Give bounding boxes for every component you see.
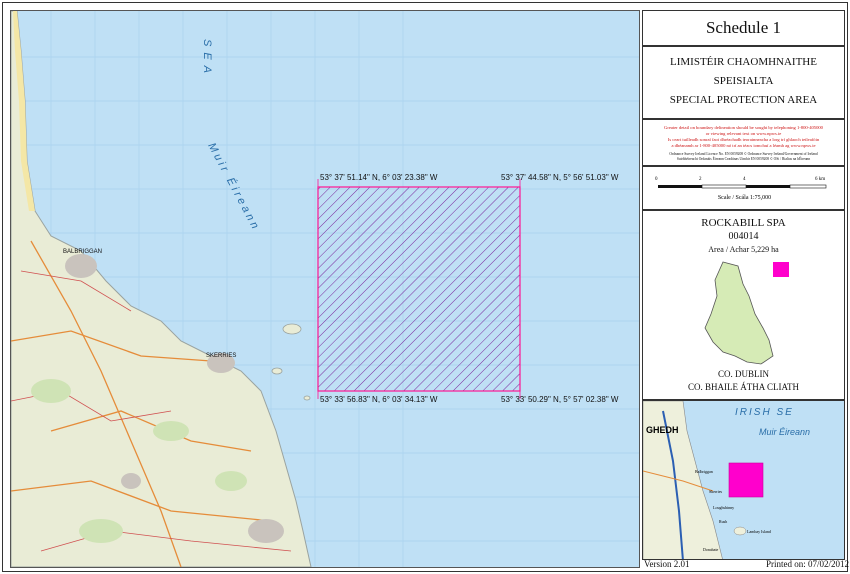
inset-town-loughshinny: Loughshinny [713, 505, 735, 510]
spa-location-marker-icon [773, 262, 789, 277]
site-code: 004014 [728, 231, 759, 242]
scale-tick-3: 6 km [815, 177, 826, 182]
printed-date: Printed on: 07/02/2012 [766, 559, 849, 569]
inset-island-lambay: Lambay Island [747, 529, 771, 534]
town-label-balbriggan: BALBRIGGAN [63, 249, 103, 255]
designation-english: SPECIAL PROTECTION AREA [669, 94, 818, 106]
scale-tick-1: 2 [699, 177, 702, 182]
site-area: Area / Achar 5,229 ha [708, 245, 779, 254]
coastline-land [11, 11, 312, 567]
county-ga: CO. BHAILE ÁTHA CLIATH [688, 382, 799, 392]
corner-coord-sw: 53° 33' 56.83" N, 6° 03' 34.13" W [320, 395, 438, 404]
designation-irish-line2: SPEISIALTA [713, 75, 774, 87]
county-en: CO. DUBLIN [718, 369, 769, 379]
scale-tick-0: 0 [655, 177, 658, 182]
spa-boundary [317, 186, 521, 392]
designation-box: LIMISTÉIR CHAOMHNAITHE SPEISIALTA SPECIA… [642, 46, 845, 119]
corner-coord-ne: 53° 37' 44.58" N, 5° 56' 51.03" W [501, 173, 619, 182]
inset-irish-sea-label: IRISH SE [735, 407, 794, 418]
scale-tick-2: 4 [743, 177, 746, 182]
inset-muir-label: Muir Éireann [759, 427, 811, 437]
version-label: Version 2.01 [644, 559, 690, 569]
designation-irish-line1: LIMISTÉIR CHAOMHNAITHE [670, 56, 817, 68]
notice-box: Greater detail on boundary delineation s… [642, 119, 845, 166]
main-map-graphic [11, 11, 639, 567]
inset-town-rush: Rush [719, 519, 728, 524]
town-label-skerries: SKERRIES [206, 353, 237, 359]
inset-map[interactable]: IRISH SE Muir Éireann GHEDH Balbriggan S… [642, 400, 845, 560]
main-map[interactable]: SEA Muir Éireann BALBRIGGAN SKERRIES 53°… [10, 10, 640, 568]
title-box: Schedule 1 [642, 10, 845, 46]
scale-label: Scale / Scála 1:75,000 [717, 195, 772, 201]
county-dublin-outline-icon [704, 261, 789, 365]
corner-coord-nw: 53° 37' 51.14" N, 6° 03' 23.38" W [320, 173, 438, 182]
inset-town-ghedh: GHEDH [646, 425, 679, 435]
legend-panel: Schedule 1 LIMISTÉIR CHAOMHNAITHE SPEISI… [642, 10, 849, 569]
site-box: ROCKABILL SPA 004014 Area / Achar 5,229 … [642, 210, 845, 400]
schedule-title: Schedule 1 [705, 18, 782, 37]
scale-bar [658, 184, 827, 189]
licence-line2: Suirbhéireacht Ordanáis Éireann Ceadúnas… [676, 157, 811, 161]
corner-coord-se: 53° 33' 50.29" N, 5° 57' 02.38" W [501, 395, 619, 404]
scale-box: 0 2 4 6 km Scale / Scála 1:75,000 [642, 166, 845, 210]
inset-town-balbriggan: Balbriggan [695, 469, 713, 474]
site-name: ROCKABILL SPA [701, 217, 786, 229]
notice-red-line4: a dhéanamh ar 1-800-405000 nó trí an téa… [671, 143, 816, 148]
inset-town-skerries: Skerries [709, 489, 723, 494]
sea-label-vertical: SEA [201, 39, 213, 80]
inset-town-donabate: Donabate [703, 547, 719, 552]
